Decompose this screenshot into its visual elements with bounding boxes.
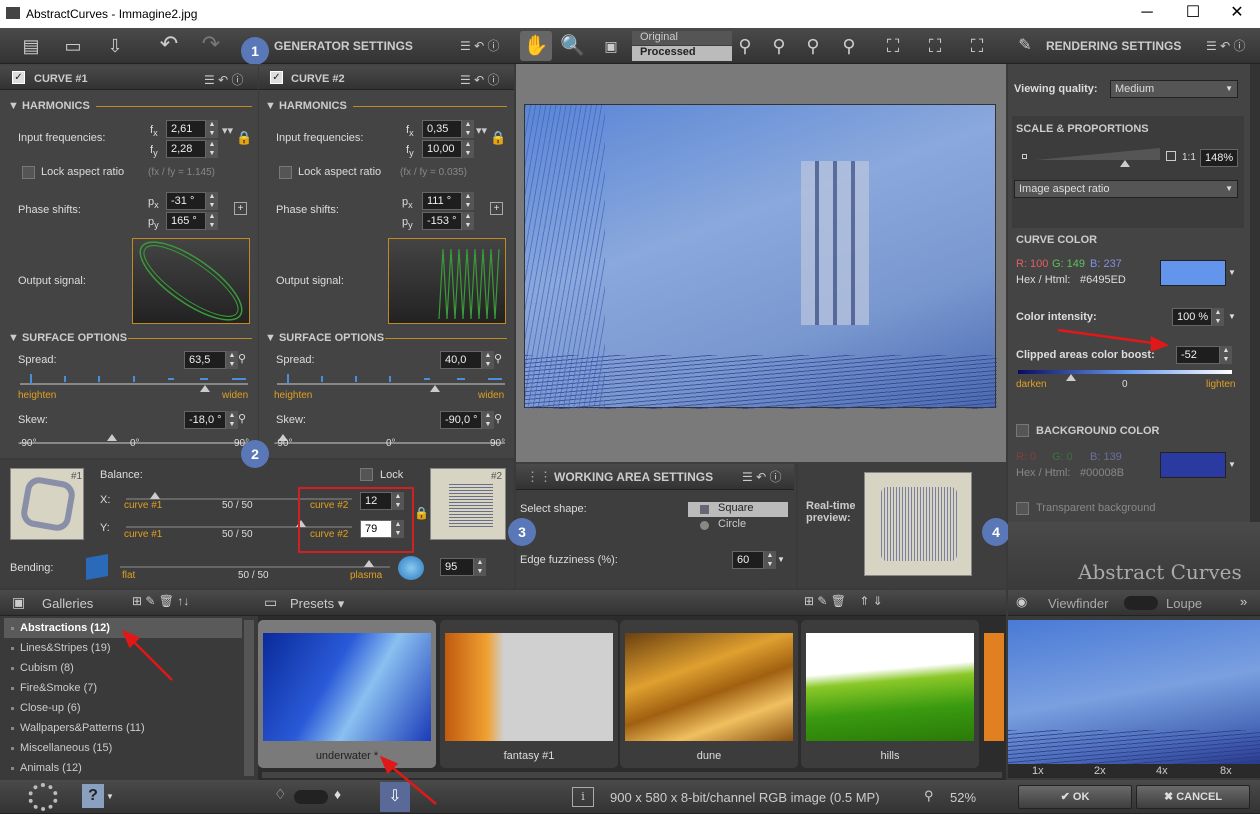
annotation-arrows [121, 328, 1170, 805]
arrow-preset [385, 761, 437, 805]
arrow-clip [1057, 328, 1161, 346]
arrowhead [1150, 335, 1170, 352]
